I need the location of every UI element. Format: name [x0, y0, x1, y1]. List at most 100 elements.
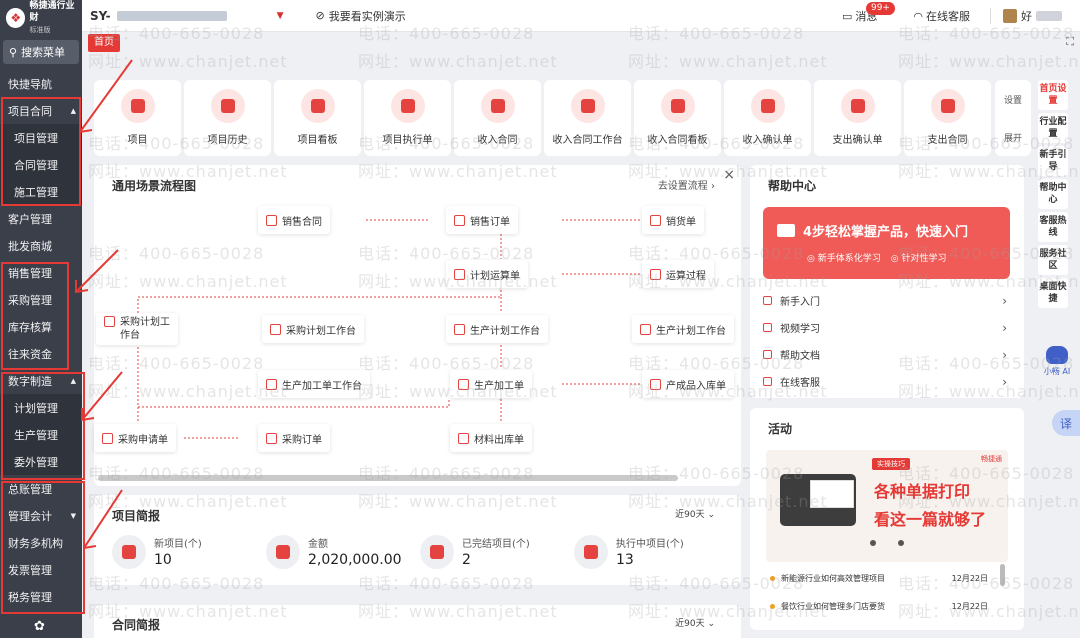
activity-item[interactable]: 餐饮行业如何管理多门店要货 12月22日: [770, 592, 1010, 620]
sidebar-item[interactable]: 数字制造 ▲: [0, 367, 82, 394]
shortcut-card[interactable]: 项目看板: [274, 80, 361, 156]
rail-item[interactable]: 帮助中心: [1038, 179, 1068, 209]
help-item[interactable]: 帮助文档 ›: [763, 341, 1013, 368]
sidebar-item[interactable]: 生产管理: [0, 421, 82, 448]
shortcut-card[interactable]: 支出合同: [904, 80, 991, 156]
project-stat[interactable]: 已完结项目(个) 2: [420, 535, 530, 569]
flow-node-purchase-plan-ws[interactable]: 采购计划工作台: [262, 315, 364, 343]
sidebar-item[interactable]: 施工管理: [0, 178, 82, 205]
gear-icon[interactable]: ✿: [34, 619, 45, 634]
rail-item[interactable]: 桌面快捷: [1038, 278, 1068, 308]
user-menu[interactable]: 好: [990, 8, 1062, 24]
shortcut-card[interactable]: 项目: [94, 80, 181, 156]
sidebar-item[interactable]: 合同管理: [0, 151, 82, 178]
flow-scrollbar[interactable]: [98, 475, 678, 481]
sidebar-item[interactable]: 项目合同 ▲: [0, 97, 82, 124]
sidebar-item[interactable]: 销售管理: [0, 259, 82, 286]
rail-item[interactable]: 行业配置: [1038, 113, 1068, 143]
logo-icon: ❖: [6, 8, 26, 28]
contract-range-select[interactable]: 近90天 ⌄: [675, 616, 715, 629]
activity-item[interactable]: 新能源行业如何高效管理项目 12月22日: [770, 564, 1010, 592]
flow-node-calc-process[interactable]: 运算过程: [642, 260, 714, 288]
sidebar-item[interactable]: 往来资金: [0, 340, 82, 367]
flow-node-work-order-ws[interactable]: 生产加工单工作台: [258, 370, 370, 398]
flow-node-plan-calc[interactable]: 计划运算单: [446, 260, 528, 288]
sidebar-item[interactable]: 计划管理: [0, 394, 82, 421]
translate-button[interactable]: 译: [1052, 410, 1080, 436]
brand-logo[interactable]: ❖ 畅捷通行业财 标准版: [0, 0, 82, 36]
tab-home[interactable]: 首页: [88, 34, 120, 52]
sidebar-item[interactable]: 快捷导航: [0, 70, 82, 97]
help-banner[interactable]: 4步轻松掌握产品，快速入门 ◎ 新手体系化学习 ◎ 针对性学习: [763, 207, 1010, 279]
shortcut-expand-button[interactable]: 展开: [1004, 131, 1022, 144]
sidebar-item[interactable]: 采购管理: [0, 286, 82, 313]
search-menu-button[interactable]: ⚲ 搜索菜单: [3, 40, 79, 64]
flow-node-purchase-plan-ws-left[interactable]: 采购计划工 作台: [96, 313, 178, 345]
shortcut-card[interactable]: 收入合同工作台: [544, 80, 631, 156]
flow-node-material-out[interactable]: 材料出库单: [450, 424, 532, 452]
document-icon: [210, 89, 245, 123]
shortcut-card[interactable]: 项目执行单: [364, 80, 451, 156]
flow-node-work-order[interactable]: 生产加工单: [450, 370, 532, 398]
carousel-dot[interactable]: [870, 540, 876, 546]
sidebar-item[interactable]: 税务管理: [0, 583, 82, 610]
flow-settings-link[interactable]: 去设置流程 ›: [658, 177, 715, 192]
messages-button[interactable]: ▭ 消息 99+: [842, 2, 895, 24]
project-stat[interactable]: 金额 2,020,000.00: [266, 535, 402, 569]
sidebar-item[interactable]: 发票管理: [0, 556, 82, 583]
document-icon-glyph: [490, 99, 505, 113]
flow-node-finished-in[interactable]: 产成品入库单: [642, 370, 734, 398]
sidebar-item[interactable]: 委外管理: [0, 448, 82, 475]
shortcut-card[interactable]: 收入合同看板: [634, 80, 721, 156]
help-item[interactable]: 新手入门 ›: [763, 287, 1013, 314]
company-selector[interactable]: SY- ▼: [90, 9, 283, 23]
flow-node-production-plan-ws[interactable]: 生产计划工作台: [446, 315, 548, 343]
shortcut-settings-button[interactable]: 设置: [1004, 93, 1022, 106]
sidebar-item[interactable]: 库存核算: [0, 313, 82, 340]
activity-scrollbar[interactable]: [1000, 564, 1005, 586]
shortcut-card[interactable]: 项目历史: [184, 80, 271, 156]
stat-label: 金额: [308, 539, 328, 550]
flow-node-production-plan-ws-2[interactable]: 生产计划工作台: [632, 315, 734, 343]
close-icon[interactable]: ×: [723, 167, 735, 183]
document-icon: [458, 432, 469, 444]
flow-node-sales-order[interactable]: 销售订单: [446, 206, 518, 234]
stat-value: 2,020,000.00: [308, 552, 402, 568]
sidebar-item[interactable]: 项目管理: [0, 124, 82, 151]
flow-node-purchase-order[interactable]: 采购订单: [258, 424, 330, 452]
flow-title: 通用场景流程图: [112, 179, 197, 193]
sidebar-item[interactable]: 批发商城: [0, 232, 82, 259]
carousel-dot[interactable]: [898, 540, 904, 546]
rail-item[interactable]: 新手引导: [1038, 146, 1068, 176]
shortcut-card[interactable]: 收入合同: [454, 80, 541, 156]
help-item[interactable]: 在线客服 ›: [763, 368, 1013, 395]
flow-node-purchase-request[interactable]: 采购申请单: [94, 424, 176, 452]
rail-item[interactable]: 服务社区: [1038, 245, 1068, 275]
activity-banner-image[interactable]: 实操技巧 畅捷通 各种单据打印 看这一篇就够了: [766, 450, 1008, 562]
rail-item[interactable]: 客服热线: [1038, 212, 1068, 242]
help-item[interactable]: 视频学习 ›: [763, 314, 1013, 341]
sidebar-item[interactable]: 客户管理: [0, 205, 82, 232]
shortcut-card[interactable]: 收入确认单: [724, 80, 811, 156]
flow-node-delivery[interactable]: 销货单: [642, 206, 704, 234]
activity-item-date: 12月22日: [951, 573, 988, 583]
project-stat[interactable]: 新项目(个) 10: [112, 535, 202, 569]
project-stat[interactable]: 执行中项目(个) 13: [574, 535, 684, 569]
sidebar-item[interactable]: 财务多机构: [0, 529, 82, 556]
stat-label: 已完结项目(个): [462, 539, 530, 550]
shortcut-card[interactable]: 支出确认单: [814, 80, 901, 156]
flow-node-sales-contract[interactable]: 销售合同: [258, 206, 330, 234]
sidebar-item[interactable]: 总账管理: [0, 475, 82, 502]
online-service-button[interactable]: ◠ 在线客服: [913, 8, 970, 24]
rail-item[interactable]: 首页设置: [1038, 80, 1068, 110]
sidebar-item[interactable]: 管理会计 ▼: [0, 502, 82, 529]
activity-list: 新能源行业如何高效管理项目 12月22日 餐饮行业如何管理多门店要货 12月22日: [770, 564, 1010, 620]
fullscreen-icon[interactable]: ⛶: [1066, 35, 1074, 49]
document-icon: [640, 323, 651, 335]
right-rail: 首页设置 行业配置 新手引导 帮助中心 客服热线 服务社区 桌面快捷: [1036, 80, 1070, 308]
project-range-select[interactable]: 近90天 ⌄: [675, 507, 715, 520]
ai-assistant-button[interactable]: 小畅 AI: [1040, 346, 1074, 377]
demo-link[interactable]: ⊘ 我要看实例演示: [315, 8, 405, 24]
banner-sub-2[interactable]: ◎ 针对性学习: [891, 251, 947, 264]
banner-sub-1[interactable]: ◎ 新手体系化学习: [807, 251, 881, 264]
